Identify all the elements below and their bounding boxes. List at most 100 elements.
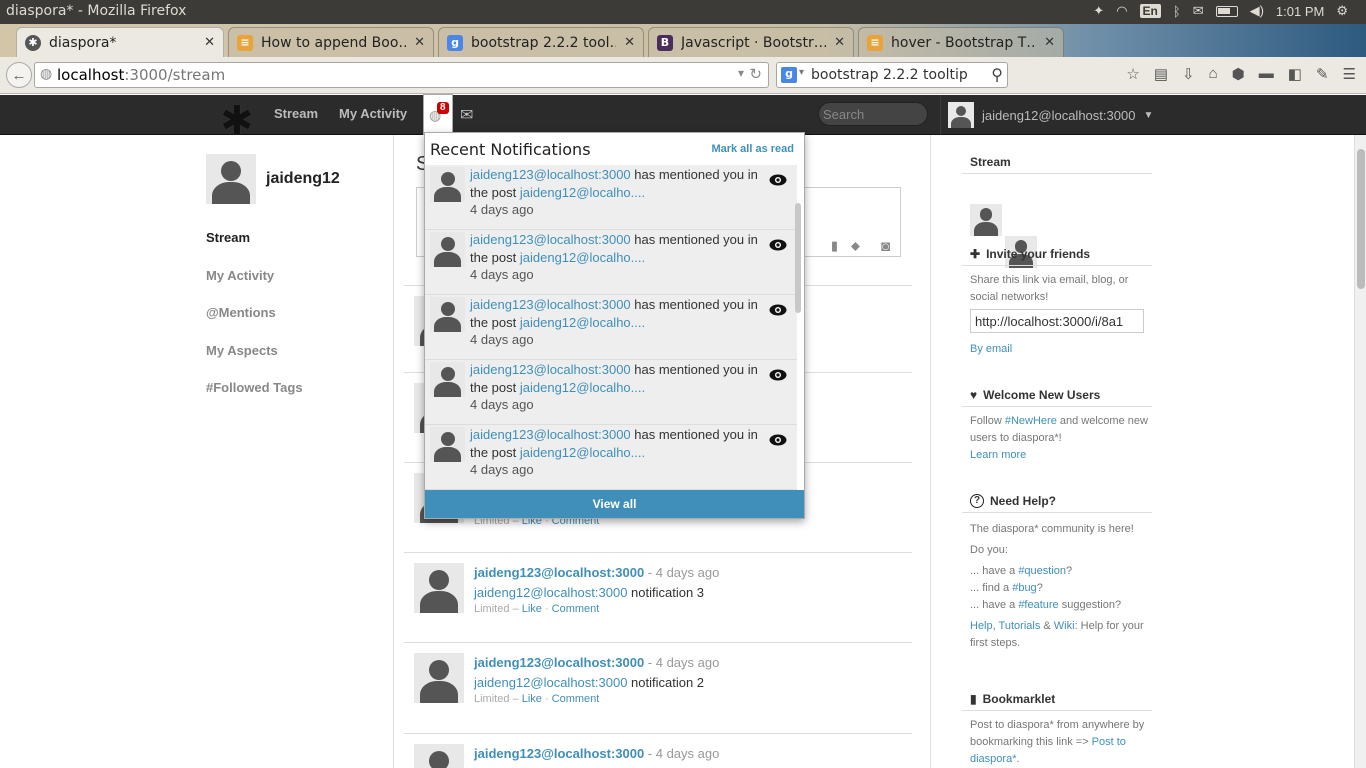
wiki-link[interactable]: Wiki: [1054, 620, 1075, 632]
comment-link[interactable]: Comment: [552, 603, 600, 615]
notification-author-link[interactable]: jaideng123@localhost:3000: [470, 427, 631, 442]
notification-item[interactable]: jaideng123@localhost:3000 has mentioned …: [425, 165, 797, 230]
close-tab-icon[interactable]: ✕: [1044, 35, 1055, 50]
eye-icon[interactable]: [769, 304, 787, 316]
newhere-tag-link[interactable]: #NewHere: [1005, 415, 1057, 427]
post-avatar[interactable]: [414, 653, 464, 703]
search-magnifier-icon[interactable]: ⚲: [991, 65, 1003, 84]
notification-item[interactable]: jaideng123@localhost:3000 has mentioned …: [425, 360, 797, 425]
eye-icon[interactable]: [769, 369, 787, 381]
eye-icon[interactable]: [769, 434, 787, 446]
invite-link-field[interactable]: [970, 309, 1144, 333]
messages-envelope-icon[interactable]: ✉: [460, 105, 473, 125]
diaspora-logo-icon[interactable]: ✱: [220, 98, 254, 144]
tab-bootstrap-tooltip[interactable]: g bootstrap 2.2.2 tool… ✕: [438, 27, 644, 57]
like-link[interactable]: Like: [522, 603, 542, 615]
poll-icon[interactable]: ▮: [831, 238, 838, 254]
notification-author-link[interactable]: jaideng123@localhost:3000: [470, 232, 631, 247]
view-all-button[interactable]: View all: [425, 490, 804, 518]
tab-diaspora[interactable]: ✱ diaspora* ✕: [16, 27, 224, 57]
clock[interactable]: 1:01 PM: [1276, 4, 1324, 19]
notification-avatar[interactable]: [430, 427, 465, 462]
sidebar-item-stream[interactable]: Stream: [206, 230, 250, 245]
notification-post-link[interactable]: jaideng12@localho....: [520, 445, 645, 460]
profile-username[interactable]: jaideng12: [266, 170, 340, 188]
notification-avatar[interactable]: [430, 232, 465, 267]
off-toggle-icon[interactable]: ◧: [1288, 65, 1302, 83]
camera-icon[interactable]: ◙: [881, 238, 890, 255]
notification-post-link[interactable]: jaideng12@localho....: [520, 380, 645, 395]
notifications-button[interactable]: ◍: [423, 94, 453, 135]
learn-more-link[interactable]: Learn more: [970, 449, 1026, 461]
eye-icon[interactable]: [769, 239, 787, 251]
location-pin-icon[interactable]: ⬥: [851, 238, 860, 254]
keyboard-language[interactable]: En: [1139, 4, 1161, 18]
notification-avatar[interactable]: [430, 167, 465, 202]
settings-gear-icon[interactable]: ⚙: [1336, 3, 1348, 19]
profile-avatar[interactable]: [206, 154, 256, 204]
tab-javascript-bootstrap[interactable]: B Javascript · Bootstr… ✕: [648, 27, 854, 57]
notification-scrollbar[interactable]: [795, 203, 801, 313]
notification-avatar[interactable]: [430, 362, 465, 397]
url-bar[interactable]: ◍ localhost:3000/stream ▾ ↻: [34, 62, 769, 88]
notification-post-link[interactable]: jaideng12@localho....: [520, 185, 645, 200]
dropdown-arrow-icon[interactable]: ▾: [738, 66, 744, 80]
notification-item[interactable]: jaideng123@localhost:3000 has mentioned …: [425, 425, 797, 490]
post-avatar[interactable]: [414, 563, 464, 613]
volume-icon[interactable]: ◀): [1250, 3, 1264, 19]
tab-hover-bootstrap[interactable]: ≡ hover - Bootstrap T… ✕: [858, 27, 1064, 57]
question-tag-link[interactable]: #question: [1018, 565, 1066, 577]
feature-tag-link[interactable]: #feature: [1018, 599, 1058, 611]
home-icon[interactable]: ⌂: [1209, 65, 1218, 83]
reload-icon[interactable]: ↻: [749, 65, 762, 83]
bookmarks-list-icon[interactable]: ▤: [1154, 65, 1168, 83]
engine-dropdown-icon[interactable]: ▾: [799, 67, 804, 78]
close-tab-icon[interactable]: ✕: [834, 35, 845, 50]
close-tab-icon[interactable]: ✕: [414, 35, 425, 50]
notification-item[interactable]: jaideng123@localhost:3000 has mentioned …: [425, 230, 797, 295]
help-link[interactable]: Help: [970, 620, 993, 632]
sidebar-item-followed-tags[interactable]: #Followed Tags: [206, 380, 303, 395]
menu-icon[interactable]: ☰: [1343, 65, 1356, 83]
downloads-icon[interactable]: ⇩: [1182, 65, 1195, 83]
close-tab-icon[interactable]: ✕: [624, 35, 635, 50]
eye-icon[interactable]: [769, 174, 787, 186]
dropbox-icon[interactable]: ✦: [1093, 3, 1104, 19]
google-search-engine-icon[interactable]: g: [781, 67, 797, 83]
wifi-icon[interactable]: ◠: [1116, 3, 1127, 19]
notification-item[interactable]: jaideng123@localhost:3000 has mentioned …: [425, 295, 797, 360]
header-my-activity-link[interactable]: My Activity: [339, 106, 407, 121]
tutorials-link[interactable]: Tutorials: [999, 620, 1041, 632]
back-button[interactable]: ←: [6, 62, 32, 88]
user-menu[interactable]: jaideng12@localhost:3000 ▼: [940, 95, 1155, 135]
bug-tag-link[interactable]: #bug: [1012, 582, 1036, 594]
adblock-icon[interactable]: ⬢: [1232, 65, 1245, 83]
contact-avatar[interactable]: [970, 204, 1002, 236]
notification-author-link[interactable]: jaideng123@localhost:3000: [470, 362, 631, 377]
tab-how-to-append[interactable]: ≡ How to append Boo… ✕: [228, 27, 434, 57]
browser-search-field[interactable]: g ▾ bootstrap 2.2.2 tooltip ⚲: [776, 62, 1008, 88]
bluetooth-icon[interactable]: ᛒ: [1173, 4, 1181, 19]
close-tab-icon[interactable]: ✕: [204, 35, 215, 50]
notification-avatar[interactable]: [430, 297, 465, 332]
page-scrollbar[interactable]: [1354, 135, 1366, 768]
tools-icon[interactable]: ✎: [1316, 65, 1329, 83]
mail-icon[interactable]: ✉: [1193, 3, 1204, 19]
comment-link[interactable]: Comment: [552, 693, 600, 705]
battery-icon[interactable]: [1215, 5, 1238, 17]
notification-post-link[interactable]: jaideng12@localho....: [520, 250, 645, 265]
notification-author-link[interactable]: jaideng123@localhost:3000: [470, 167, 631, 182]
diaspora-search-input[interactable]: Search: [818, 102, 928, 126]
mark-all-read-link[interactable]: Mark all as read: [711, 143, 794, 155]
bookmark-star-icon[interactable]: ☆: [1126, 65, 1139, 83]
sidebar-item-my-activity[interactable]: My Activity: [206, 268, 274, 283]
sidebar-item-my-aspects[interactable]: My Aspects: [206, 343, 278, 358]
sidebar-item-mentions[interactable]: @Mentions: [206, 305, 276, 320]
extension-icon[interactable]: ▬: [1259, 65, 1274, 83]
by-email-link[interactable]: By email: [970, 343, 1012, 355]
header-stream-link[interactable]: Stream: [274, 106, 318, 121]
notification-post-link[interactable]: jaideng12@localho....: [520, 315, 645, 330]
notification-author-link[interactable]: jaideng123@localhost:3000: [470, 297, 631, 312]
page-scrollbar-thumb[interactable]: [1357, 149, 1365, 289]
post-avatar[interactable]: [414, 744, 464, 768]
